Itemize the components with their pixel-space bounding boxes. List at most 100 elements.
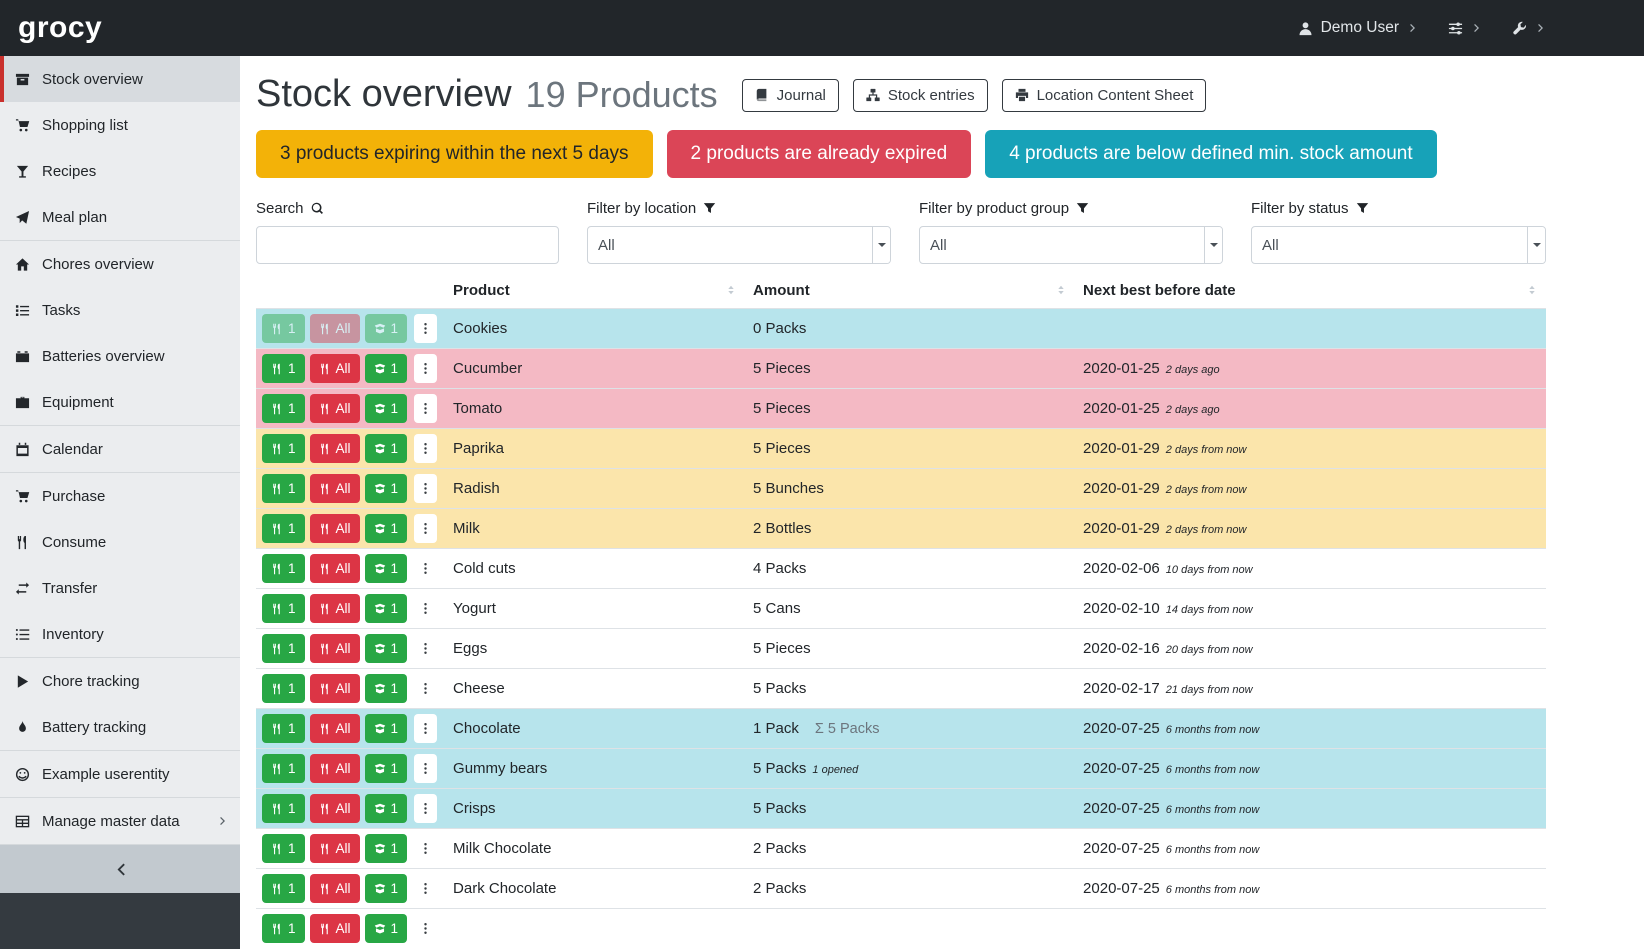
sidebar-item-stock-overview[interactable]: Stock overview [0, 56, 240, 102]
consume-one-button[interactable]: 1 [262, 474, 305, 503]
row-menu-button[interactable] [414, 834, 437, 863]
sidebar-item-chores-overview[interactable]: Chores overview [0, 241, 240, 287]
consume-one-button[interactable]: 1 [262, 914, 305, 943]
consume-one-button[interactable]: 1 [262, 434, 305, 463]
amount-column-header[interactable]: Amount [745, 276, 1075, 309]
open-one-button[interactable]: 1 [365, 474, 408, 503]
alert-below-min-stock[interactable]: 4 products are below defined min. stock … [985, 130, 1436, 178]
sidebar-item-consume[interactable]: Consume [0, 519, 240, 565]
consume-one-button[interactable]: 1 [262, 714, 305, 743]
alert-expiring[interactable]: 3 products expiring within the next 5 da… [256, 130, 653, 178]
consume-one-button[interactable]: 1 [262, 554, 305, 583]
sidebar-item-meal-plan[interactable]: Meal plan [0, 194, 240, 240]
sidebar-item-tasks[interactable]: Tasks [0, 287, 240, 333]
sort-icon[interactable] [725, 284, 737, 299]
open-one-button[interactable]: 1 [365, 514, 408, 543]
consume-all-button[interactable]: All [310, 714, 360, 743]
open-one-button[interactable]: 1 [365, 754, 408, 783]
journal-button[interactable]: Journal [742, 79, 839, 112]
row-menu-button[interactable] [414, 874, 437, 903]
consume-all-button[interactable]: All [310, 514, 360, 543]
consume-all-button[interactable]: All [310, 434, 360, 463]
row-menu-button[interactable] [414, 354, 437, 383]
user-menu[interactable]: Demo User [1298, 19, 1418, 37]
consume-all-button[interactable]: All [310, 554, 360, 583]
product-group-select[interactable]: All [919, 226, 1223, 264]
search-input[interactable] [256, 226, 559, 264]
row-menu-button[interactable] [414, 514, 437, 543]
sidebar-item-inventory[interactable]: Inventory [0, 611, 240, 657]
sidebar-item-shopping-list[interactable]: Shopping list [0, 102, 240, 148]
status-select[interactable]: All [1251, 226, 1546, 264]
consume-all-button[interactable]: All [310, 474, 360, 503]
consume-one-button[interactable]: 1 [262, 874, 305, 903]
open-one-button[interactable]: 1 [365, 594, 408, 623]
consume-all-button[interactable]: All [310, 354, 360, 383]
row-menu-button[interactable] [414, 794, 437, 823]
consume-all-button[interactable]: All [310, 394, 360, 423]
sidebar-item-example-userentity[interactable]: Example userentity [0, 751, 240, 797]
sidebar-item-recipes[interactable]: Recipes [0, 148, 240, 194]
app-logo[interactable]: grocy [18, 11, 102, 45]
sidebar-item-chore-tracking[interactable]: Chore tracking [0, 658, 240, 704]
consume-one-button[interactable]: 1 [262, 754, 305, 783]
sort-icon[interactable] [1526, 284, 1538, 299]
open-one-button[interactable]: 1 [365, 354, 408, 383]
sidebar-item-equipment[interactable]: Equipment [0, 379, 240, 425]
consume-all-button[interactable]: All [310, 674, 360, 703]
row-menu-button[interactable] [414, 754, 437, 783]
consume-one-button[interactable]: 1 [262, 634, 305, 663]
consume-one-button[interactable]: 1 [262, 394, 305, 423]
row-menu-button[interactable] [414, 674, 437, 703]
consume-all-button[interactable]: All [310, 834, 360, 863]
product-column-header[interactable]: Product [445, 276, 745, 309]
consume-one-button[interactable]: 1 [262, 314, 305, 343]
open-one-button[interactable]: 1 [365, 314, 408, 343]
consume-all-button[interactable]: All [310, 794, 360, 823]
sidebar-item-transfer[interactable]: Transfer [0, 565, 240, 611]
row-menu-button[interactable] [414, 434, 437, 463]
open-one-button[interactable]: 1 [365, 834, 408, 863]
consume-one-button[interactable]: 1 [262, 834, 305, 863]
consume-all-button[interactable]: All [310, 634, 360, 663]
stock-entries-button[interactable]: Stock entries [853, 79, 988, 112]
sidebar-item-battery-tracking[interactable]: Battery tracking [0, 704, 240, 750]
consume-all-button[interactable]: All [310, 594, 360, 623]
alert-expired[interactable]: 2 products are already expired [667, 130, 972, 178]
consume-one-button[interactable]: 1 [262, 594, 305, 623]
open-one-button[interactable]: 1 [365, 674, 408, 703]
open-one-button[interactable]: 1 [365, 394, 408, 423]
sidebar-item-batteries-overview[interactable]: Batteries overview [0, 333, 240, 379]
row-menu-button[interactable] [414, 314, 437, 343]
bbd-column-header[interactable]: Next best before date [1075, 276, 1546, 309]
open-one-button[interactable]: 1 [365, 434, 408, 463]
open-one-button[interactable]: 1 [365, 554, 408, 583]
open-one-button[interactable]: 1 [365, 634, 408, 663]
row-menu-button[interactable] [414, 474, 437, 503]
sort-icon[interactable] [1055, 284, 1067, 299]
consume-one-button[interactable]: 1 [262, 514, 305, 543]
sidebar-item-calendar[interactable]: Calendar [0, 426, 240, 472]
sidebar-item-purchase[interactable]: Purchase [0, 473, 240, 519]
sidebar-collapse-button[interactable] [0, 845, 240, 893]
row-menu-button[interactable] [414, 554, 437, 583]
consume-all-button[interactable]: All [310, 314, 360, 343]
open-one-button[interactable]: 1 [365, 794, 408, 823]
row-menu-button[interactable] [414, 634, 437, 663]
open-one-button[interactable]: 1 [365, 714, 408, 743]
location-content-sheet-button[interactable]: Location Content Sheet [1002, 79, 1207, 112]
consume-all-button[interactable]: All [310, 914, 360, 943]
consume-all-button[interactable]: All [310, 874, 360, 903]
admin-menu[interactable] [1512, 21, 1546, 36]
row-menu-button[interactable] [414, 714, 437, 743]
settings-menu[interactable] [1448, 21, 1482, 36]
consume-one-button[interactable]: 1 [262, 794, 305, 823]
sidebar-item-manage-master-data[interactable]: Manage master data [0, 798, 240, 844]
row-menu-button[interactable] [414, 914, 437, 943]
open-one-button[interactable]: 1 [365, 874, 408, 903]
location-select[interactable]: All [587, 226, 891, 264]
consume-one-button[interactable]: 1 [262, 674, 305, 703]
row-menu-button[interactable] [414, 594, 437, 623]
open-one-button[interactable]: 1 [365, 914, 408, 943]
consume-one-button[interactable]: 1 [262, 354, 305, 383]
